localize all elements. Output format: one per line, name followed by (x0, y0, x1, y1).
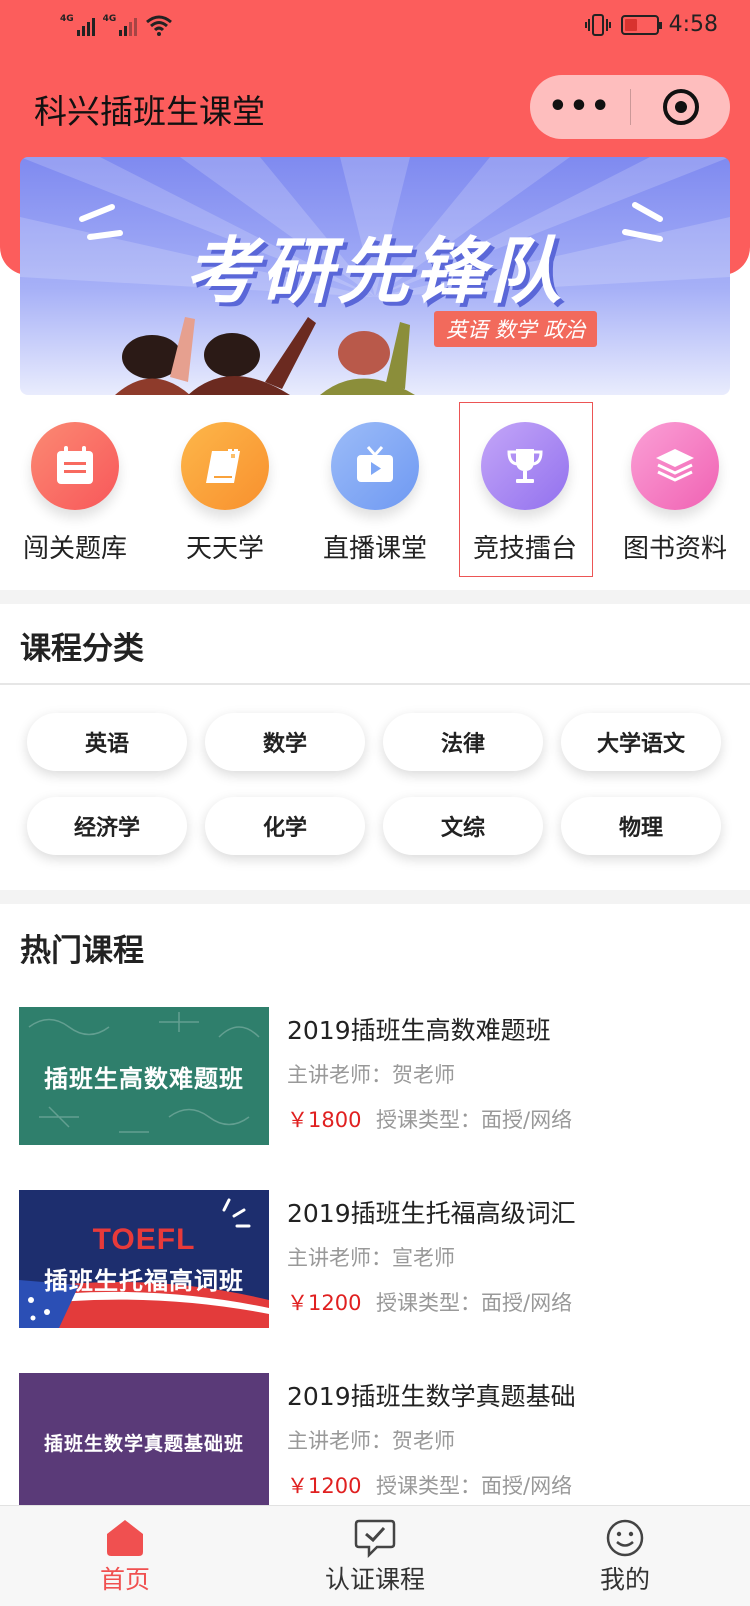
course-teacher: 主讲老师：贺老师 (287, 1063, 455, 1087)
course-item[interactable]: TOEFL 插班生托福高词班 2019插班生托福高级词汇 主讲老师：宣老师 ￥1… (19, 1190, 731, 1328)
promo-banner[interactable]: 考研先锋队 英语 数学 政治 (20, 157, 730, 395)
layers-icon (631, 422, 719, 510)
tab-certified-courses[interactable]: 认证课程 (250, 1506, 500, 1606)
more-button[interactable]: ••• (530, 92, 630, 122)
book-icon (181, 422, 269, 510)
signal-label: 4G (60, 14, 74, 24)
miniprogram-capsule: ••• (530, 75, 730, 139)
section-divider (0, 590, 750, 604)
entry-label: 闯关题库 (22, 534, 127, 564)
section-divider (0, 890, 750, 904)
course-teacher: 主讲老师：宣老师 (287, 1246, 455, 1270)
pill-chemistry[interactable]: 化学 (205, 797, 365, 855)
calendar-icon (31, 422, 119, 510)
course-title: 2019插班生高数难题班 (287, 1016, 551, 1045)
thumbnail-text: 插班生数学真题基础班 (43, 1432, 244, 1455)
entry-label: 天天学 (185, 534, 264, 564)
chat-check-icon (354, 1519, 396, 1558)
home-icon (107, 1520, 143, 1556)
pill-english[interactable]: 英语 (27, 713, 187, 771)
course-type: 授课类型：面授/网络 (376, 1108, 573, 1132)
status-left: 4G 4G (60, 14, 173, 36)
entry-label: 直播课堂 (322, 534, 427, 564)
course-type: 授课类型：面授/网络 (376, 1291, 573, 1315)
selection-highlight (459, 402, 593, 577)
banner-title: 考研先锋队 (184, 229, 565, 313)
tab-label: 我的 (599, 1565, 650, 1594)
pill-physics[interactable]: 物理 (561, 797, 721, 855)
page-title: 科兴插班生课堂 (34, 92, 265, 131)
thumbnail-text: 插班生托福高词班 (44, 1266, 244, 1295)
status-time: 4:58 (668, 12, 718, 37)
entry-books[interactable]: 图书资料 (600, 400, 750, 580)
tab-mine[interactable]: 我的 (500, 1506, 750, 1606)
course-teacher: 主讲老师：贺老师 (287, 1429, 455, 1453)
course-type: 授课类型：面授/网络 (376, 1474, 573, 1498)
course-thumbnail: 插班生数学真题基础班 (19, 1373, 269, 1511)
tv-icon (331, 422, 419, 510)
entry-live-class[interactable]: 直播课堂 (300, 400, 450, 580)
vibrate-icon (584, 13, 611, 36)
course-thumbnail: TOEFL 插班生托福高词班 (19, 1190, 269, 1328)
course-category-pills: 英语 数学 法律 大学语文 经济学 化学 文综 物理 (27, 713, 727, 855)
close-button[interactable] (631, 89, 730, 125)
entry-label: 图书资料 (622, 534, 727, 564)
course-price: ￥1200 (287, 1474, 362, 1498)
smile-icon (606, 1519, 644, 1557)
tab-home[interactable]: 首页 (0, 1506, 250, 1606)
pill-economics[interactable]: 经济学 (27, 797, 187, 855)
status-bar: 4G 4G 4:58 (0, 0, 750, 56)
course-price: ￥1200 (287, 1291, 362, 1315)
entry-daily-study[interactable]: 天天学 (150, 400, 300, 580)
course-price: ￥1800 (287, 1108, 362, 1132)
flag-decoration (19, 1198, 269, 1328)
course-item[interactable]: 插班生高数难题班 2019插班生高数难题班 主讲老师：贺老师 ￥1800 授课类… (19, 1007, 731, 1145)
pill-law[interactable]: 法律 (383, 713, 543, 771)
signal-icon-2: 4G (103, 14, 138, 36)
pill-math[interactable]: 数学 (205, 713, 365, 771)
course-item[interactable]: 插班生数学真题基础班 2019插班生数学真题基础 主讲老师：贺老师 ￥1200 … (19, 1373, 731, 1511)
course-title: 2019插班生数学真题基础 (287, 1382, 576, 1411)
quick-entry-grid: 闯关题库 天天学 直播课堂 竞技擂台 图书资料 (0, 400, 750, 580)
title-underline (0, 683, 750, 685)
course-title: 2019插班生托福高级词汇 (287, 1199, 576, 1228)
wifi-icon (146, 15, 173, 36)
hot-courses-title: 热门课程 (20, 933, 144, 969)
pill-college-chinese[interactable]: 大学语文 (561, 713, 721, 771)
entry-arena[interactable]: 竞技擂台 (450, 400, 600, 580)
thumbnail-text: 插班生高数难题班 (44, 1064, 244, 1093)
signal-label-2: 4G (102, 14, 117, 24)
tab-label: 首页 (99, 1565, 150, 1594)
tab-label: 认证课程 (324, 1565, 425, 1594)
thumbnail-heading: TOEFL (92, 1222, 196, 1256)
course-thumbnail: 插班生高数难题班 (19, 1007, 269, 1145)
status-right: 4:58 (584, 12, 718, 37)
target-icon (662, 89, 699, 125)
battery-icon (620, 14, 662, 35)
entry-question-bank[interactable]: 闯关题库 (0, 400, 150, 580)
pill-liberal-arts[interactable]: 文综 (383, 797, 543, 855)
signal-icon: 4G (60, 14, 95, 36)
banner-subtitle: 英语 数学 政治 (434, 311, 598, 347)
course-category-title: 课程分类 (20, 631, 144, 667)
bottom-tabbar: 首页 认证课程 我的 (0, 1505, 750, 1606)
